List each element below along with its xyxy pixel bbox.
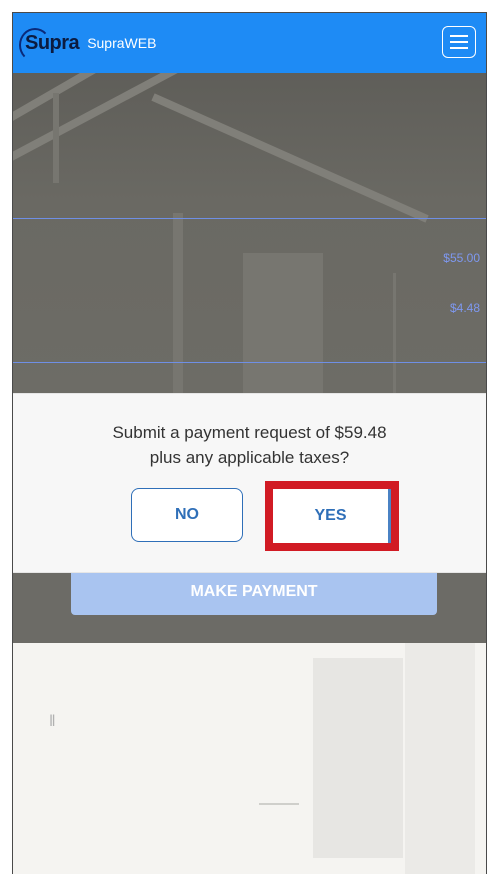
background-house-image: $55.00 $4.48 bbox=[13, 73, 486, 393]
garage-detail: ǁ bbox=[49, 713, 56, 730]
tax-amount: $4.48 bbox=[449, 301, 480, 315]
stair-edge bbox=[259, 803, 299, 805]
dialog-message: Submit a payment request of $59.48 plus … bbox=[13, 420, 486, 470]
logo-text: Supra bbox=[18, 27, 80, 62]
logo[interactable]: Supra SupraWEB bbox=[18, 27, 157, 62]
divider-line bbox=[13, 218, 486, 219]
hamburger-line bbox=[450, 47, 468, 49]
brand-text: SupraWEB bbox=[87, 35, 157, 51]
background-house-bottom: ǁ bbox=[13, 643, 486, 874]
roof-beam bbox=[13, 73, 215, 176]
confirm-dialog: Submit a payment request of $59.48 plus … bbox=[13, 393, 486, 573]
house-window bbox=[243, 253, 323, 393]
house-door bbox=[313, 658, 403, 858]
price-amount: $55.00 bbox=[443, 251, 480, 265]
hamburger-line bbox=[450, 41, 468, 43]
yes-button[interactable]: YES bbox=[273, 489, 391, 543]
downspout bbox=[393, 273, 396, 393]
dialog-message-line1: Submit a payment request of $59.48 bbox=[112, 423, 387, 442]
app-frame: Supra SupraWEB $55.00 $4.48 MAKE PAYMENT… bbox=[12, 12, 487, 874]
house-column bbox=[173, 213, 183, 393]
roof-post bbox=[53, 93, 59, 183]
dialog-message-line2: plus any applicable taxes? bbox=[149, 448, 350, 467]
no-button[interactable]: NO bbox=[131, 488, 243, 542]
house-entry bbox=[405, 643, 475, 874]
roof-beam bbox=[151, 93, 429, 223]
navbar: Supra SupraWEB bbox=[13, 13, 486, 73]
yes-button-highlighted[interactable]: YES bbox=[265, 481, 399, 551]
hamburger-line bbox=[450, 35, 468, 37]
hamburger-menu-icon[interactable] bbox=[442, 26, 476, 58]
divider-line bbox=[13, 362, 486, 363]
make-payment-button[interactable]: MAKE PAYMENT bbox=[71, 569, 437, 615]
